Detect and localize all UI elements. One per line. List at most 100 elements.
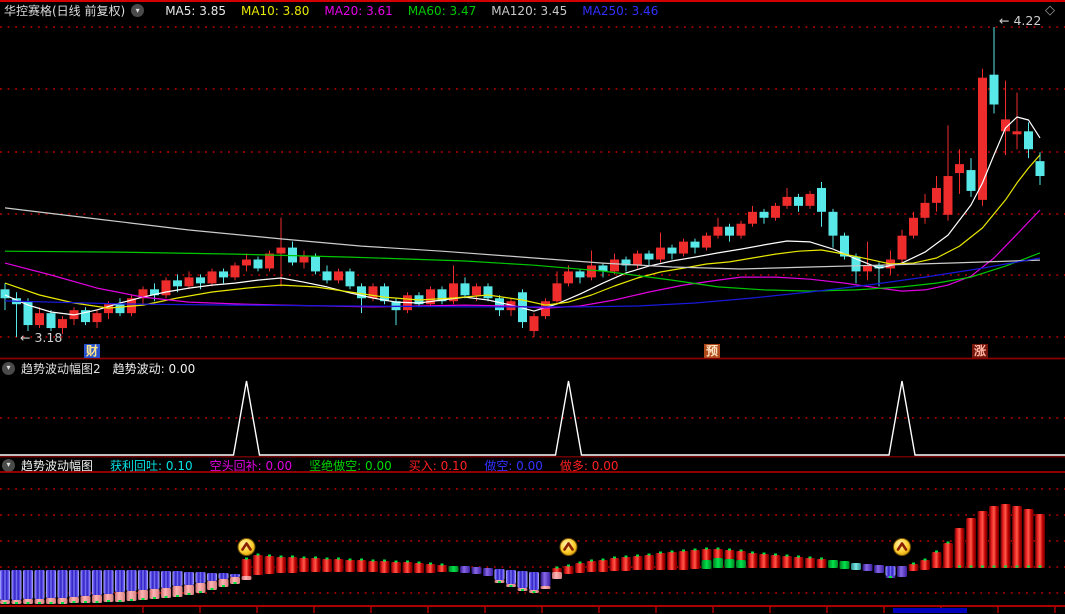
ribbon-bar-segment xyxy=(126,570,137,591)
gold-circle xyxy=(559,538,578,556)
ribbon-bar-segment xyxy=(839,561,850,569)
ribbon-green-dot xyxy=(72,601,76,603)
gold-circle xyxy=(237,538,256,556)
ribbon-bar-segment xyxy=(621,557,631,571)
chart-canvas[interactable]: ← 3.18 ← 4.22 xyxy=(0,0,1065,614)
candle-body-down xyxy=(966,170,976,191)
grid-lines xyxy=(0,26,1065,594)
ribbon-green-dot xyxy=(164,596,168,598)
candle-body-up xyxy=(472,286,481,296)
candle-body-up xyxy=(748,211,757,224)
ribbon-green-dot xyxy=(728,548,731,551)
ribbon-bar-segment xyxy=(713,558,723,568)
candle-body-up xyxy=(58,319,67,329)
ribbon-bar-segment xyxy=(943,543,953,568)
ribbon-green-dot xyxy=(1027,565,1030,568)
candle-body-down xyxy=(575,271,585,278)
ribbon-bar-segment xyxy=(828,560,838,568)
ribbon-green-dot xyxy=(49,602,53,604)
ribbon-green-dot xyxy=(210,588,214,590)
ribbon-bar-segment xyxy=(736,560,746,568)
app-window: { "header": { "title": "华控赛格(日线 前复权)", "… xyxy=(0,0,1065,614)
ribbon-bar-segment xyxy=(644,555,654,570)
ribbon-green-dot xyxy=(682,549,685,552)
ribbon-bar-segment xyxy=(770,555,781,568)
ribbon-bar-segment xyxy=(299,558,309,572)
ribbon-bar-segment xyxy=(92,570,102,595)
ribbon-bar-segment xyxy=(115,570,125,592)
ribbon-bar-segment xyxy=(609,558,620,571)
ribbon-bar-segment xyxy=(540,572,551,586)
ribbon-bar-segment xyxy=(816,559,827,568)
candle-body-up xyxy=(230,265,240,278)
ribbon-bar-segment xyxy=(494,569,505,580)
ribbon-bar-segment xyxy=(575,563,585,573)
candle-body-down xyxy=(460,283,470,296)
ribbon-bar-segment xyxy=(690,550,700,569)
ribbon-bar-segment xyxy=(1000,504,1011,568)
candle-body-down xyxy=(644,253,654,260)
ribbon-bar-segment xyxy=(747,553,758,568)
candle-body-down xyxy=(989,74,999,105)
ribbon-bar-segment xyxy=(345,560,355,572)
ribbon-green-dot xyxy=(935,550,938,553)
candle-body-up xyxy=(207,271,217,284)
ribbon-bar-segment xyxy=(149,571,160,589)
ribbon-green-dot xyxy=(141,598,145,600)
ribbon-bar-segment xyxy=(138,570,148,590)
ribbon-bar-segment xyxy=(218,573,229,579)
high-price-label: ← 4.22 xyxy=(999,13,1041,28)
candle-body-up xyxy=(656,247,665,260)
ribbon-green-dot xyxy=(923,558,927,561)
ribbon-green-dot xyxy=(889,576,892,578)
candle-body-up xyxy=(610,259,619,272)
ribbon-bar-segment xyxy=(908,564,919,571)
ribbon-bar-segment xyxy=(724,550,735,559)
ribbon-green-dot xyxy=(578,561,582,564)
candle-body-down xyxy=(828,211,838,236)
ribbon-bar-segment xyxy=(885,566,896,576)
candle-body-down xyxy=(495,298,504,311)
ribbon-bar-segment xyxy=(655,553,666,570)
ribbon-green-dot xyxy=(762,552,766,555)
ribbon-bar-segment xyxy=(517,571,528,588)
ribbon-green-dot xyxy=(739,549,743,552)
candle-body-up xyxy=(863,265,872,272)
ribbon-bar-segment xyxy=(57,570,68,598)
ribbon-green-dot xyxy=(199,591,202,593)
ribbon-green-dot xyxy=(716,547,720,550)
ribbon-green-dot xyxy=(969,565,973,568)
candle-body-up xyxy=(299,256,309,263)
ribbon-green-dot xyxy=(187,593,191,595)
scrollbar-thumb[interactable] xyxy=(893,608,967,613)
ribbon-green-dot xyxy=(118,600,122,602)
ribbon-bar-segment xyxy=(701,560,712,569)
candle-body-up xyxy=(529,316,539,332)
candle-body-up xyxy=(92,313,102,323)
ribbon-bar-segment xyxy=(23,570,33,599)
candle-body-up xyxy=(35,313,44,326)
ribbon-bar-segment xyxy=(793,557,804,568)
ribbon-green-dot xyxy=(95,601,99,603)
ribbon-green-dot xyxy=(107,600,110,602)
ribbon-green-dot xyxy=(371,559,375,562)
ribbon-green-dot xyxy=(647,553,651,556)
ribbon-green-dot xyxy=(785,554,789,557)
ribbon-bar-segment xyxy=(632,556,643,570)
ribbon-green-dot xyxy=(61,602,64,604)
ribbon-green-dot xyxy=(176,595,179,597)
ribbon-bar-segment xyxy=(333,559,344,572)
ribbon-bar-segment xyxy=(862,564,873,571)
ribbon-bar-segment xyxy=(736,551,746,560)
ribbon-bar-segment xyxy=(460,566,470,573)
ribbon-bar-segment xyxy=(310,558,321,572)
ribbon-bar-segment xyxy=(0,570,10,600)
ribbon-green-dot xyxy=(659,551,662,554)
bottom-axis xyxy=(0,605,1065,613)
ribbon-bar-segment xyxy=(172,571,183,586)
ribbon-green-dot xyxy=(291,555,294,558)
ribbon-green-dot xyxy=(820,557,823,560)
ribbon-green-dot xyxy=(1004,565,1007,568)
ribbon-green-dot xyxy=(26,602,30,604)
ribbon-bar-segment xyxy=(414,563,424,573)
